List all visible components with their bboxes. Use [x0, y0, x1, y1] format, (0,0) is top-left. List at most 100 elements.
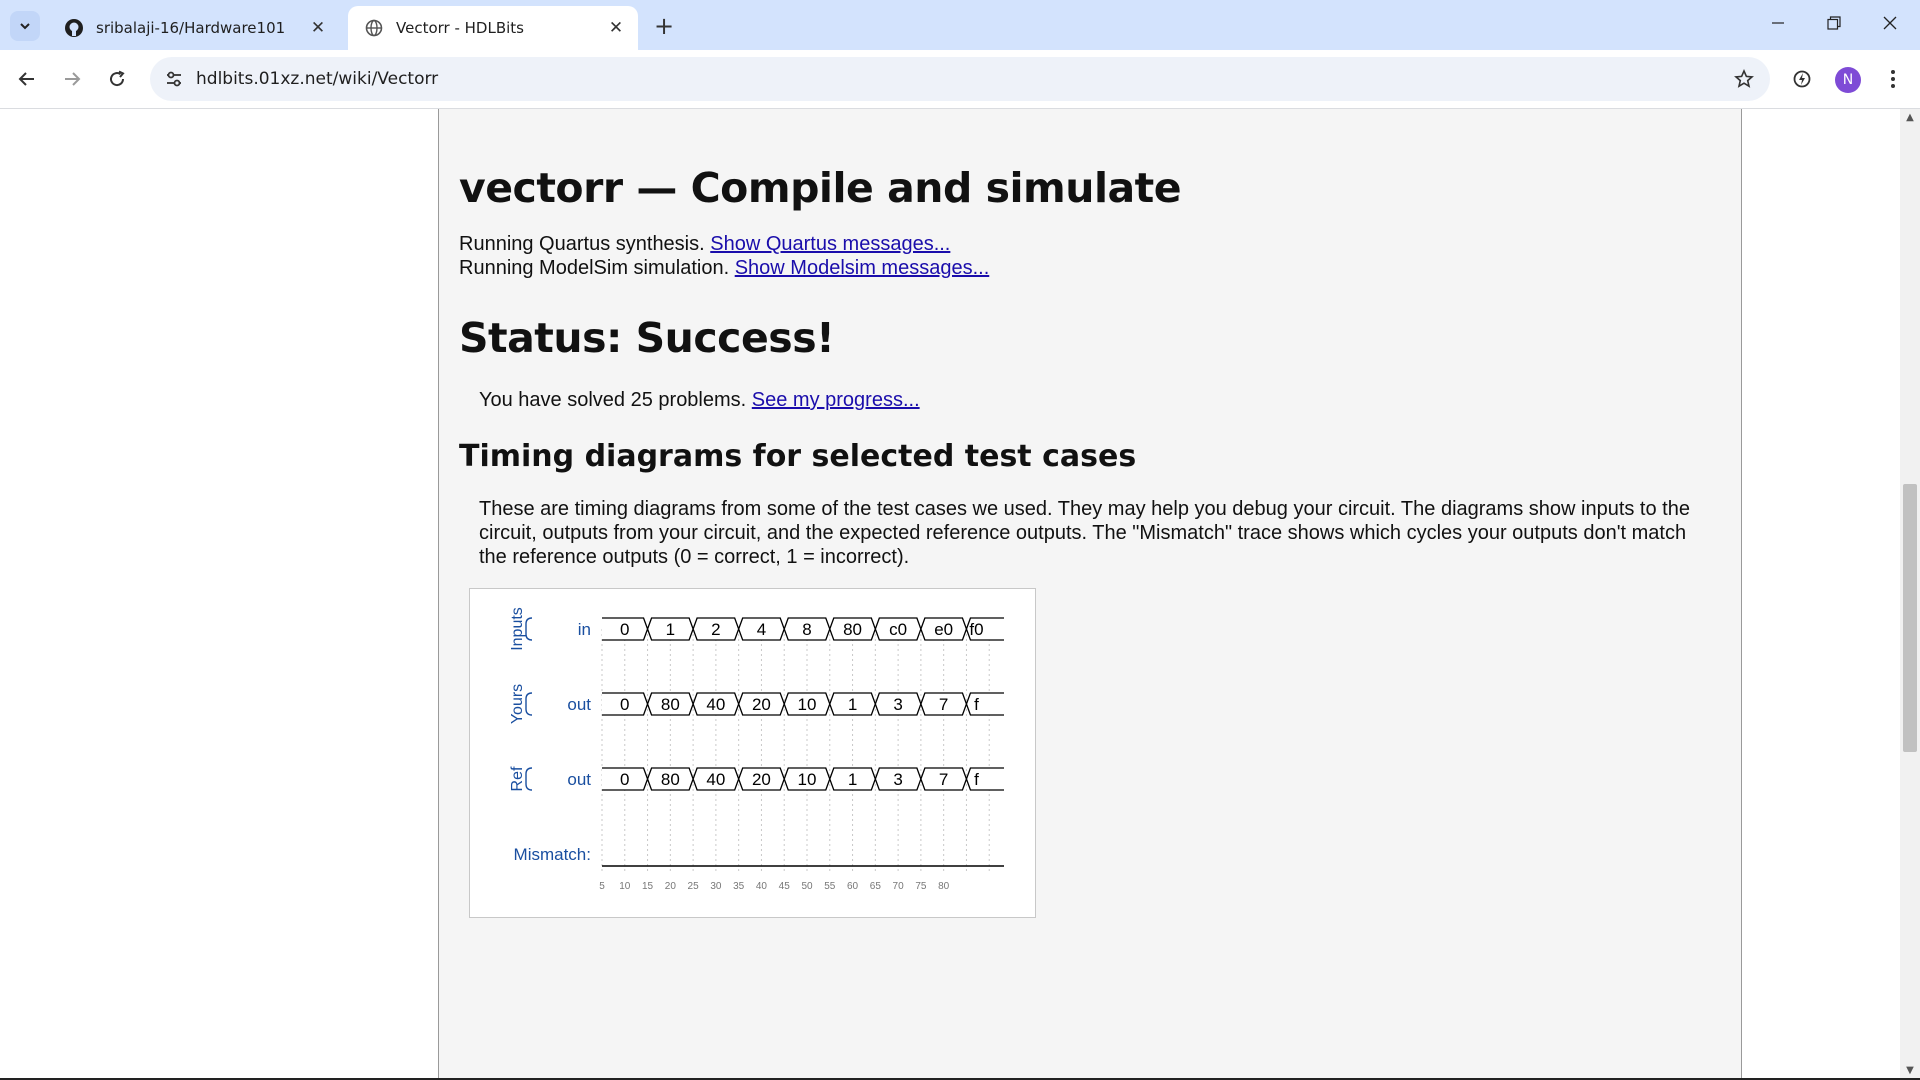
tab-hdlbits[interactable]: Vectorr - HDLBits ✕ — [348, 6, 638, 50]
signal-value: c0 — [889, 620, 907, 639]
bookmark-star-icon[interactable] — [1732, 67, 1756, 91]
signal-value: 80 — [843, 620, 862, 639]
signal-value: 20 — [752, 695, 771, 714]
group-bracket — [525, 692, 533, 716]
time-tick-label: 30 — [710, 881, 722, 892]
avatar[interactable]: N — [1835, 67, 1861, 93]
vertical-scrollbar[interactable]: ▲ ▼ — [1900, 109, 1920, 1078]
forward-arrow-icon — [65, 72, 81, 86]
signal-value: e0 — [934, 620, 953, 639]
page-viewport: vectorr — Compile and simulate Running Q… — [0, 109, 1900, 1078]
signal-value: 0 — [620, 770, 629, 789]
signal-label: out — [567, 695, 591, 714]
minimize-icon — [1772, 22, 1784, 24]
signal-value: f — [974, 695, 979, 714]
time-tick-label: 80 — [938, 881, 950, 892]
see-my-progress-link[interactable]: See my progress... — [752, 389, 920, 411]
globe-icon — [364, 18, 384, 38]
signal-value: 3 — [893, 770, 902, 789]
signal-value: 0 — [620, 695, 629, 714]
new-tab-button[interactable]: + — [650, 12, 678, 40]
time-tick-label: 25 — [688, 881, 700, 892]
minimize-button[interactable] — [1750, 0, 1806, 46]
address-bar[interactable]: hdlbits.01xz.net/wiki/Vectorr — [150, 57, 1770, 101]
tab-title: sribalaji-16/Hardware101 — [96, 19, 286, 37]
mismatch-label: Mismatch: — [514, 845, 591, 864]
close-icon — [1883, 16, 1897, 30]
reload-icon — [110, 70, 125, 87]
group-label: Yours — [509, 684, 526, 724]
site-settings-icon[interactable] — [162, 67, 186, 91]
signal-value: 2 — [711, 620, 720, 639]
close-icon[interactable]: ✕ — [306, 16, 330, 40]
modelsim-text: Running ModelSim simulation. — [459, 257, 730, 279]
signal-value: 80 — [661, 770, 680, 789]
solved-line: You have solved 25 problems. See my prog… — [479, 389, 920, 412]
scrollbar-thumb[interactable] — [1903, 484, 1917, 752]
timing-diagram-svg: Inputs in 0 1 2 4 8 80 c0 e0 f0Yours out 0 80 40 20 10 1 3… — [509, 607, 1004, 892]
group-label: Inputs — [509, 607, 526, 651]
time-tick-label: 60 — [847, 881, 859, 892]
scroll-up-arrow-icon[interactable]: ▲ — [1900, 109, 1920, 125]
tab-search-button[interactable] — [10, 11, 40, 41]
signal-value: 0 — [620, 620, 629, 639]
time-tick-label: 10 — [619, 881, 631, 892]
signal-value: f0 — [969, 620, 983, 639]
solved-text: You have solved 25 problems. — [479, 389, 747, 411]
forward-button[interactable] — [55, 62, 89, 96]
time-tick-label: 35 — [733, 881, 745, 892]
time-tick-label: 55 — [824, 881, 836, 892]
show-modelsim-messages-link[interactable]: Show Modelsim messages... — [735, 257, 990, 279]
signal-value: f — [974, 770, 979, 789]
performance-icon — [1793, 70, 1811, 88]
signal-label: in — [578, 620, 591, 639]
extensions-button[interactable] — [1785, 62, 1819, 96]
time-tick-label: 65 — [870, 881, 882, 892]
signal-value: 40 — [706, 695, 725, 714]
menu-button[interactable] — [1876, 62, 1910, 96]
signal-segment — [965, 692, 1004, 716]
signal-value: 1 — [666, 620, 675, 639]
time-tick-label: 75 — [915, 881, 927, 892]
timing-diagram: Inputs in 0 1 2 4 8 80 c0 e0 f0 Yours out 0 80 40 20 10 1 3… — [469, 588, 1036, 918]
scroll-down-arrow-icon[interactable]: ▼ — [1900, 1062, 1920, 1078]
time-tick-label: 15 — [642, 881, 654, 892]
group-bracket — [525, 617, 533, 641]
quartus-line: Running Quartus synthesis. Show Quartus … — [459, 233, 950, 256]
status-heading: Status: Success! — [459, 314, 835, 362]
group-bracket — [525, 767, 533, 791]
signal-value: 20 — [752, 770, 771, 789]
signal-value: 40 — [706, 770, 725, 789]
tab-title: Vectorr - HDLBits — [396, 19, 524, 37]
time-tick-label: 40 — [756, 881, 768, 892]
chevron-down-icon — [20, 23, 30, 30]
back-button[interactable] — [10, 62, 44, 96]
time-tick-label: 70 — [893, 881, 905, 892]
signal-value: 1 — [848, 695, 857, 714]
signal-value: 80 — [661, 695, 680, 714]
time-tick-label: 5 — [599, 881, 605, 892]
timing-description: These are timing diagrams from some of t… — [479, 498, 1690, 568]
back-arrow-icon — [18, 72, 34, 86]
time-tick-label: 20 — [665, 881, 677, 892]
reload-button[interactable] — [100, 62, 134, 96]
timing-heading: Timing diagrams for selected test cases — [459, 439, 1137, 474]
github-icon — [64, 18, 84, 38]
page-title: vectorr — Compile and simulate — [459, 164, 1182, 212]
signal-value: 7 — [939, 695, 948, 714]
close-window-button[interactable] — [1862, 0, 1918, 46]
main-content: vectorr — Compile and simulate Running Q… — [438, 109, 1742, 1078]
signal-value: 7 — [939, 770, 948, 789]
signal-segment — [965, 767, 1004, 791]
restore-button[interactable] — [1806, 0, 1862, 46]
signal-value: 4 — [757, 620, 766, 639]
url-text[interactable]: hdlbits.01xz.net/wiki/Vectorr — [196, 69, 438, 89]
signal-value: 3 — [893, 695, 902, 714]
quartus-text: Running Quartus synthesis. — [459, 233, 705, 255]
signal-value: 10 — [798, 695, 817, 714]
signal-value: 8 — [802, 620, 811, 639]
show-quartus-messages-link[interactable]: Show Quartus messages... — [710, 233, 950, 255]
tab-github[interactable]: sribalaji-16/Hardware101 ✕ — [48, 6, 340, 50]
restore-icon — [1827, 16, 1841, 30]
close-icon[interactable]: ✕ — [604, 16, 628, 40]
